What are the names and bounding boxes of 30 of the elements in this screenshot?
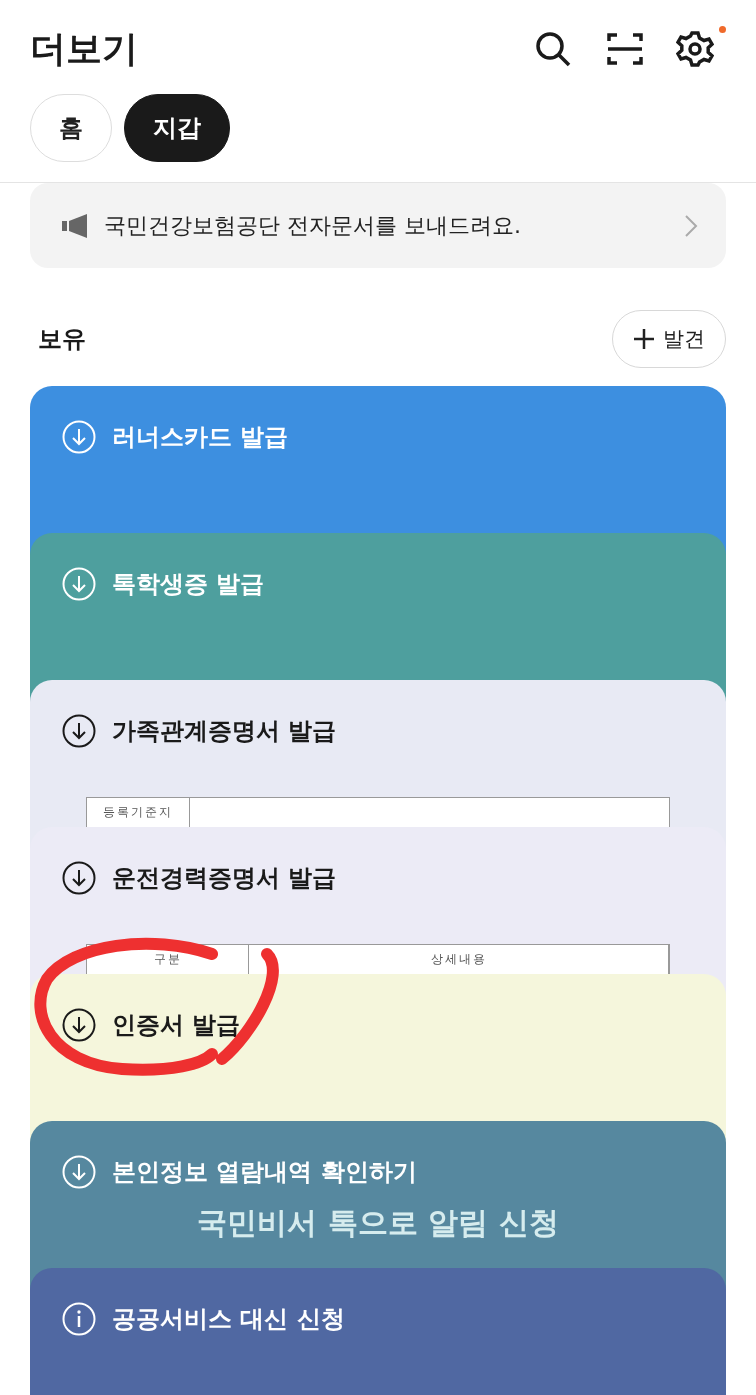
card-banner-text: 국민비서 톡으로 알림 신청	[197, 1204, 559, 1242]
section-title: 보유	[38, 324, 86, 355]
tab[interactable]: 지갑	[124, 94, 230, 162]
page-title: 더보기	[30, 26, 138, 71]
add-button[interactable]: 발견	[612, 310, 726, 368]
card-title: 인증서 발급	[112, 1010, 241, 1041]
download-icon	[62, 567, 96, 601]
card-title: 러너스카드 발급	[112, 422, 289, 453]
wallet-card[interactable]: 인증서 발급	[30, 974, 726, 1121]
notice-banner[interactable]: 국민건강보험공단 전자문서를 보내드려요.	[30, 183, 726, 268]
card-title: 톡학생증 발급	[112, 569, 265, 600]
download-icon	[62, 420, 96, 454]
card-title: 본인정보 열람내역 확인하기	[112, 1157, 417, 1188]
wallet-card[interactable]: 본인정보 열람내역 확인하기 국민비서 톡으로 알림 신청	[30, 1121, 726, 1268]
download-icon	[62, 1008, 96, 1042]
download-icon	[62, 714, 96, 748]
card-title: 가족관계증명서 발급	[112, 716, 337, 747]
tab[interactable]: 홈	[30, 94, 112, 162]
chevron-right-icon	[684, 213, 698, 238]
info-icon	[62, 1302, 96, 1336]
notice-text: 국민건강보험공단 전자문서를 보내드려요.	[104, 211, 522, 240]
card-title: 공공서비스 대신 신청	[112, 1304, 345, 1335]
wallet-card[interactable]: 운전경력증명서 발급 구분 상세내용	[30, 827, 726, 974]
card-title: 운전경력증명서 발급	[112, 863, 337, 894]
download-icon	[62, 861, 96, 895]
wallet-card[interactable]: 공공서비스 대신 신청	[30, 1268, 726, 1395]
download-icon	[62, 1155, 96, 1189]
plus-icon	[633, 328, 655, 350]
megaphone-icon	[62, 212, 90, 239]
wallet-card[interactable]: 가족관계증명서 발급 등록기준지	[30, 680, 726, 827]
